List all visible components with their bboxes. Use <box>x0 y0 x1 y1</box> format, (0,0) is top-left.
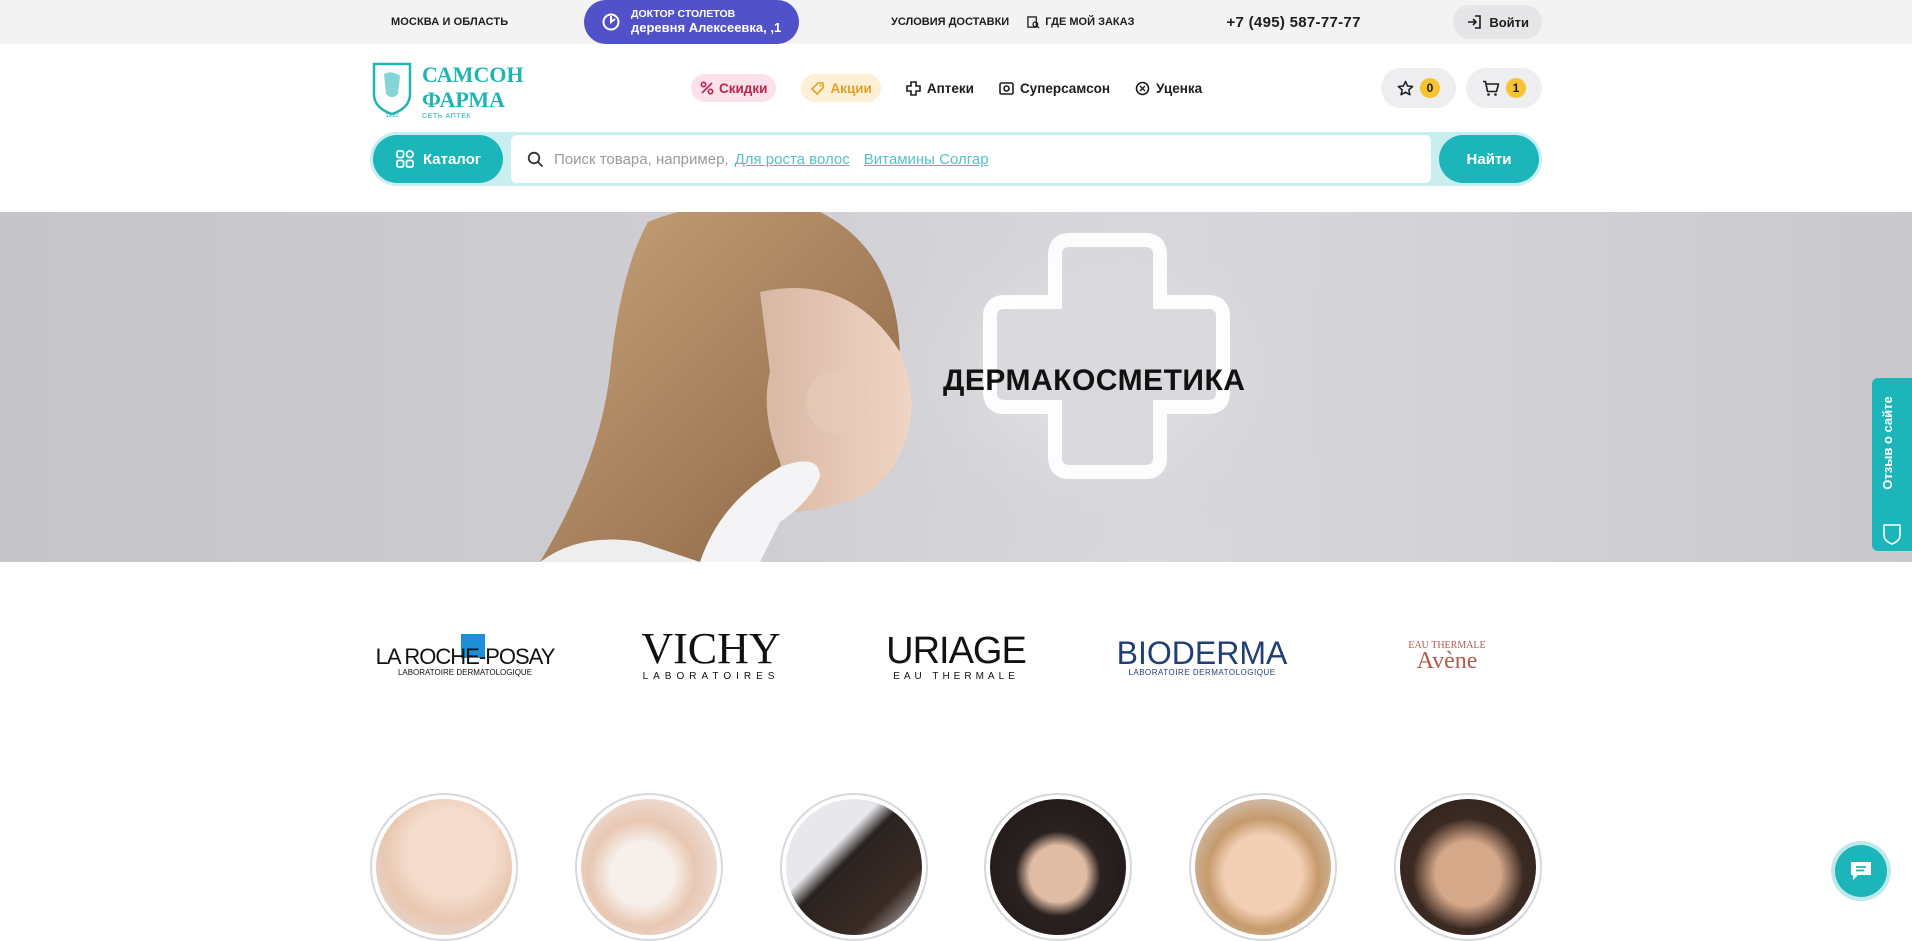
brand-logo-avene: EAU THERMALE Avène <box>1408 640 1485 674</box>
feedback-label: Отзыв о сайте <box>1880 396 1895 490</box>
logo-name-line2: ФАРМА <box>422 87 506 112</box>
store-selector[interactable]: ДОКТОР СТОЛЕТОВ деревня Алексеевка, ,1 <box>584 0 799 44</box>
brand-name-bioderma: BIODERMA <box>1116 635 1287 671</box>
logo-emblem-icon: 1992 <box>372 62 412 118</box>
shield-logo-icon <box>1883 524 1901 545</box>
brand-logo-uriage: URIAGE EAU THERMALE <box>886 630 1027 682</box>
brand-sub-uriage: EAU THERMALE <box>893 671 1019 682</box>
nav-supersamson-label: Суперсамсон <box>1019 80 1111 96</box>
header-actions: 0 1 <box>1381 68 1542 108</box>
cross-icon <box>906 80 921 96</box>
category-hand-care[interactable] <box>574 793 723 941</box>
search-bar: Каталог Поиск товара, например, Для рост… <box>370 132 1542 186</box>
favorites-button[interactable]: 0 <box>1381 68 1456 108</box>
percent-icon <box>700 81 714 95</box>
brand-name-avene: Avène <box>1417 648 1478 674</box>
camera-icon <box>999 81 1014 95</box>
category-hair-care[interactable] <box>779 793 928 941</box>
nav-pharmacies-label: Аптеки <box>926 80 974 96</box>
region-selector[interactable]: МОСКВА И ОБЛАСТЬ <box>391 16 513 28</box>
find-button[interactable]: Найти <box>1439 135 1539 183</box>
search-hint-hair[interactable]: Для роста волос <box>735 151 850 168</box>
order-search-icon <box>1027 15 1040 29</box>
category-kids[interactable] <box>1189 793 1338 941</box>
cart-button[interactable]: 1 <box>1466 68 1542 108</box>
logo-tagline: СЕТЬ АПТЕК <box>422 113 472 120</box>
login-label: Войти <box>1489 14 1529 30</box>
brand-avene[interactable]: EAU THERMALE Avène <box>1352 620 1542 690</box>
nav-promo-label: Акции <box>830 80 872 96</box>
top-bar: МОСКВА И ОБЛАСТЬ ДОКТОР СТОЛЕТОВ деревня… <box>0 0 1912 44</box>
brand-bioderma[interactable]: BIODERMA LABORATOIRE DERMATOLOGIQUE <box>1107 620 1297 690</box>
category-circles <box>370 793 1542 941</box>
phone-link[interactable]: +7 (495) 587-77-77 <box>1226 14 1360 31</box>
nav-pharmacies[interactable]: Аптеки <box>906 81 974 96</box>
cart-icon <box>1483 80 1500 96</box>
brand-name-uriage: URIAGE <box>886 630 1026 672</box>
brand-name-laroche: LA ROCHE-POSAY <box>376 644 555 669</box>
category-men[interactable] <box>984 793 1133 941</box>
where-order-link[interactable]: ГДЕ МОЙ ЗАКАЗ <box>1027 15 1135 29</box>
chat-icon <box>1851 862 1871 880</box>
brand-sub-vichy: LABORATOIRES <box>642 671 779 682</box>
category-women[interactable] <box>1393 793 1542 941</box>
logo[interactable]: 1992 САМСОН ФАРМА СЕТЬ АПТЕК <box>370 60 524 120</box>
brand-laroche[interactable]: LA ROCHE-POSAY LABORATOIRE DERMATOLOGIQU… <box>370 620 560 690</box>
store-icon <box>602 13 620 31</box>
brand-logo-vichy: VICHY LABORATOIRES <box>641 627 780 682</box>
cart-count: 1 <box>1506 78 1526 98</box>
grid-icon <box>396 150 414 168</box>
brand-sub-laroche: LABORATOIRE DERMATOLOGIQUE <box>398 668 532 677</box>
catalog-label: Каталог <box>422 150 482 168</box>
nav-sale[interactable]: Скидки <box>691 74 777 102</box>
feedback-tab[interactable]: Отзыв о сайте <box>1872 378 1912 551</box>
search-placeholder: Поиск товара, например, <box>554 150 729 168</box>
hero-banner[interactable]: ДЕРМАКОСМЕТИКА <box>0 212 1912 562</box>
chat-button[interactable] <box>1835 845 1887 897</box>
banner-title: ДЕРМАКОСМЕТИКА <box>943 364 1246 397</box>
logo-name-line1: САМСОН <box>422 62 524 87</box>
store-name: ДОКТОР СТОЛЕТОВ <box>631 8 736 20</box>
brands-row: LA ROCHE-POSAY LABORATOIRE DERMATOLOGIQU… <box>370 620 1542 690</box>
logo-year: 1992 <box>385 113 399 118</box>
header: 1992 САМСОН ФАРМА СЕТЬ АПТЕК Скидки Акци… <box>0 44 1912 212</box>
nav-promo[interactable]: Акции <box>801 74 881 102</box>
favorites-count: 0 <box>1420 78 1440 98</box>
brand-vichy[interactable]: VICHY LABORATOIRES <box>616 620 806 690</box>
search-input[interactable]: Поиск товара, например, Для роста волос … <box>511 135 1431 183</box>
star-icon <box>1397 80 1414 95</box>
login-button[interactable]: Войти <box>1453 5 1542 39</box>
nav-supersamson[interactable]: Суперсамсон <box>999 81 1110 96</box>
markdown-icon <box>1135 81 1150 95</box>
tag-icon <box>811 81 825 95</box>
search-icon <box>527 151 544 167</box>
search-hint-vitamins[interactable]: Витамины Солгар <box>864 151 989 168</box>
store-address: деревня Алексеевка, ,1 <box>631 20 782 35</box>
nav-markdown-label: Уценка <box>1156 80 1203 96</box>
brand-logo-laroche: LA ROCHE-POSAY LABORATOIRE DERMATOLOGIQU… <box>376 634 555 677</box>
where-order-label: ГДЕ МОЙ ЗАКАЗ <box>1045 16 1135 28</box>
brand-logo-bioderma: BIODERMA LABORATOIRE DERMATOLOGIQUE <box>1116 635 1287 677</box>
brand-name-vichy: VICHY <box>641 627 780 673</box>
nav-sale-label: Скидки <box>719 80 768 96</box>
brand-uriage[interactable]: URIAGE EAU THERMALE <box>861 620 1051 690</box>
catalog-button[interactable]: Каталог <box>373 135 503 183</box>
nav-markdown[interactable]: Уценка <box>1135 81 1202 96</box>
category-face-care[interactable] <box>370 793 518 941</box>
login-icon <box>1468 15 1482 29</box>
main-nav: Скидки Акции Аптеки Суперсамсон Уценка <box>691 74 1202 102</box>
delivery-link[interactable]: УСЛОВИЯ ДОСТАВКИ <box>891 16 1009 28</box>
brand-sub-bioderma: LABORATOIRE DERMATOLOGIQUE <box>1128 668 1275 677</box>
